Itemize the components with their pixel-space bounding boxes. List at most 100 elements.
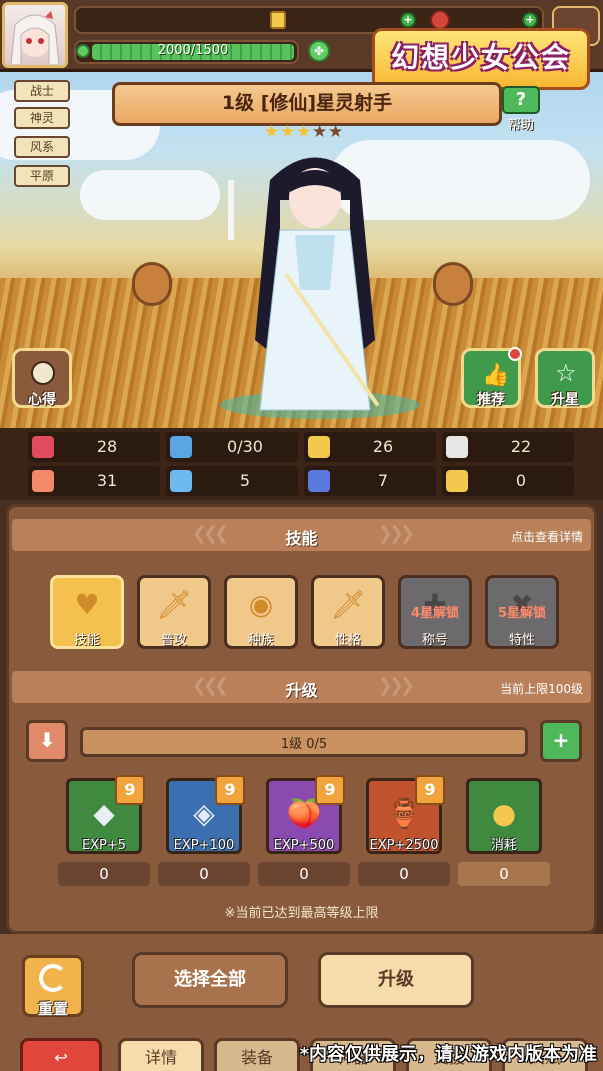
add-ruby-button[interactable]: +	[522, 12, 538, 28]
skill-slot-3[interactable]: ◉ 种族	[224, 575, 298, 649]
horseshoe-icon	[446, 470, 468, 492]
stat-boots: 7	[304, 466, 436, 496]
helmet-icon	[31, 361, 55, 385]
sword-icon: 🗡	[156, 588, 192, 621]
stat-value: 0/30	[227, 437, 263, 456]
refresh-icon	[39, 964, 67, 992]
recommend-label: 推荐	[477, 392, 505, 408]
next-hero-button[interactable]	[433, 262, 473, 306]
star-empty-icon: ★	[328, 122, 344, 142]
avatar-portrait-icon	[10, 11, 60, 65]
level-progress-text: 1级 0/5	[280, 737, 328, 752]
eye-emblem-icon: ◉	[248, 588, 274, 621]
reset-label: 重置	[37, 1000, 68, 1018]
level-cap-hint: 当前上限100级	[500, 682, 583, 696]
tag-class: 战士	[14, 80, 70, 102]
skill-slot-1[interactable]: ♥ 技能	[50, 575, 124, 649]
stat-value: 7	[377, 471, 389, 490]
star-outline-icon: ☆	[555, 359, 577, 387]
skills-hint[interactable]: 点击查看详情	[511, 528, 583, 545]
decrease-level-button[interactable]: ⬇	[26, 720, 68, 762]
fist-icon	[32, 470, 54, 492]
skill-slot-5[interactable]: ✚ 4星解锁 称号	[398, 575, 472, 649]
question-mark-icon: ?	[502, 86, 540, 114]
stat-water-drop: 0/30	[166, 432, 298, 462]
exp-item-1[interactable]: ◆ 9 EXP+5	[66, 775, 145, 854]
item-label: EXP+2500	[369, 838, 439, 853]
hero-character-sprite	[220, 157, 420, 419]
increase-level-button[interactable]: +	[540, 720, 582, 762]
stat-horseshoe: 0	[442, 466, 574, 496]
skill-label: 种族	[247, 633, 274, 648]
heart-shield-icon: ♥	[74, 588, 100, 621]
back-button[interactable]: ↩	[20, 1038, 102, 1071]
item-label: EXP+100	[173, 838, 235, 853]
exp-plus-icon	[76, 44, 90, 58]
book-icon	[170, 470, 192, 492]
boots-icon	[308, 470, 330, 492]
item-grade-badge: 9	[415, 775, 445, 805]
skill-label: 普攻	[160, 633, 187, 648]
exp-item-4[interactable]: 🏺 9 EXP+2500	[366, 775, 445, 854]
stat-value: 28	[96, 437, 118, 456]
exp-text: 2000/1500	[157, 43, 229, 58]
wing-icon	[446, 436, 468, 458]
player-avatar[interactable]	[2, 2, 68, 68]
previous-hero-button[interactable]	[132, 262, 172, 306]
add-gold-button[interactable]: +	[400, 12, 416, 28]
stat-value: 31	[96, 471, 118, 490]
help-label: 帮助	[507, 118, 534, 133]
recommend-button[interactable]: 👍 推荐	[461, 347, 522, 408]
hero-title: 1级 [修仙]星灵射手	[221, 92, 393, 114]
clover-icon[interactable]: ✤	[308, 40, 330, 62]
exp-item-5[interactable]: ● 消耗	[466, 778, 542, 854]
unlock-requirement: 5星解锁	[497, 606, 547, 621]
stat-shield: 26	[304, 432, 436, 462]
stat-fist: 31	[28, 466, 160, 496]
skill-slot-6[interactable]: ✖ 5星解锁 特性	[485, 575, 559, 649]
help-button[interactable]: ? 帮助	[502, 86, 542, 133]
notification-dot	[508, 347, 522, 361]
item-grade-badge: 9	[315, 775, 345, 805]
water-drop-icon	[170, 436, 192, 458]
star-filled-icon: ★	[296, 122, 312, 142]
stat-wing: 22	[442, 432, 574, 462]
game-logo: 幻想少女公会	[372, 28, 590, 90]
star-empty-icon: ★	[312, 122, 328, 142]
tag-terrain: 平原	[14, 165, 70, 187]
item-count[interactable]: 0	[158, 862, 250, 886]
star-up-label: 升星	[551, 392, 579, 408]
ruby-icon	[430, 10, 450, 30]
skill-label: 技能	[73, 633, 100, 648]
upgrade-header: ❮❮❮ ❯❯❯ 升级 当前上限100级	[12, 671, 591, 703]
select-all-button[interactable]: 选择全部	[132, 952, 288, 1008]
xinde-label: 心得	[28, 392, 56, 408]
item-count[interactable]: 0	[258, 862, 350, 886]
exp-item-2[interactable]: ◈ 9 EXP+100	[166, 775, 245, 854]
item-count[interactable]: 0	[458, 862, 550, 886]
item-label: EXP+500	[273, 838, 335, 853]
stat-value: 0	[515, 471, 527, 490]
skill-label: 特性	[508, 633, 535, 648]
upgrade-button[interactable]: 升级	[318, 952, 474, 1008]
item-count[interactable]: 0	[58, 862, 150, 886]
item-grade-badge: 9	[215, 775, 245, 805]
exp-item-3[interactable]: 🍑 9 EXP+500	[266, 775, 345, 854]
gold-coin-icon: ●	[491, 797, 517, 830]
stat-book: 5	[166, 466, 298, 496]
skill-slot-2[interactable]: 🗡 普攻	[137, 575, 211, 649]
shield-icon	[308, 436, 330, 458]
item-count[interactable]: 0	[358, 862, 450, 886]
item-label: EXP+5	[81, 838, 127, 853]
skills-header: ❮❮❮ ❯❯❯ 技能 点击查看详情	[12, 519, 591, 551]
skill-slot-4[interactable]: 🗡 性格	[311, 575, 385, 649]
star-up-button[interactable]: ☆ 升星	[535, 348, 595, 408]
xinde-button[interactable]: 心得	[12, 348, 72, 408]
stat-heart: 28	[28, 432, 160, 462]
skill-label: 称号	[421, 633, 448, 648]
item-label: 消耗	[490, 838, 517, 853]
gold-coin-icon	[270, 11, 286, 29]
item-grade-badge: 9	[115, 775, 145, 805]
stat-value: 5	[239, 471, 251, 490]
star-filled-icon: ★	[264, 122, 280, 142]
